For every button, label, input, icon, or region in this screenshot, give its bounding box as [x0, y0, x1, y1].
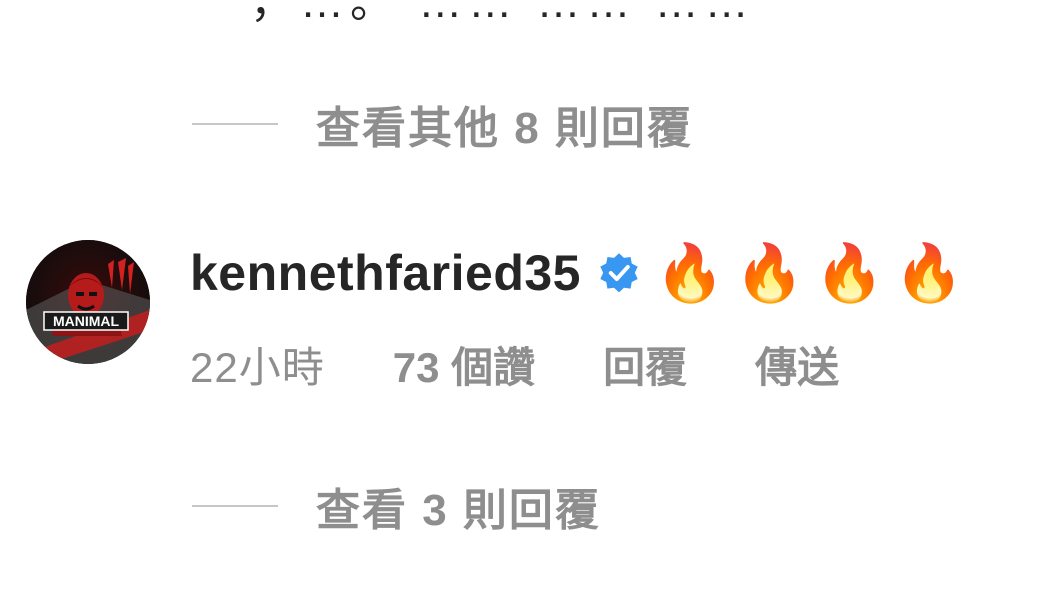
reply-divider-line	[192, 505, 278, 507]
comment-header: kennethfaried35 🔥🔥🔥🔥	[190, 238, 974, 308]
avatar-image: MANIMAL	[26, 240, 150, 364]
comment-meta: 22小時 73 個讚 回覆 傳送	[190, 334, 839, 395]
comment-item: MANIMAL kennethfaried35 🔥🔥🔥🔥 22小時 73 個讚 …	[26, 238, 1060, 398]
send-button[interactable]: 傳送	[755, 334, 839, 395]
avatar-logo-text: MANIMAL	[53, 313, 120, 329]
likes-count-button[interactable]: 73 個讚	[393, 334, 535, 395]
verified-badge-icon	[597, 251, 641, 295]
comments-section: ，…。 …… …… …… 查看其他 8 則回覆 MANIMAL kennethf…	[0, 0, 1060, 596]
view-more-replies-button[interactable]: 查看其他 8 則回覆	[192, 94, 693, 154]
username-link[interactable]: kennethfaried35	[190, 244, 581, 302]
view-replies-label: 查看 3 則回覆	[316, 486, 601, 535]
view-replies-button[interactable]: 查看 3 則回覆	[192, 476, 601, 536]
reply-divider-line	[192, 123, 278, 125]
reply-button[interactable]: 回覆	[603, 334, 687, 395]
previous-comment-text: ，…。 …… …… ……	[250, 0, 755, 27]
comment-timestamp: 22小時	[190, 344, 325, 391]
view-replies-label: 查看其他 8 則回覆	[316, 104, 693, 153]
avatar[interactable]: MANIMAL	[26, 240, 150, 364]
comment-body: 🔥🔥🔥🔥	[654, 241, 974, 304]
